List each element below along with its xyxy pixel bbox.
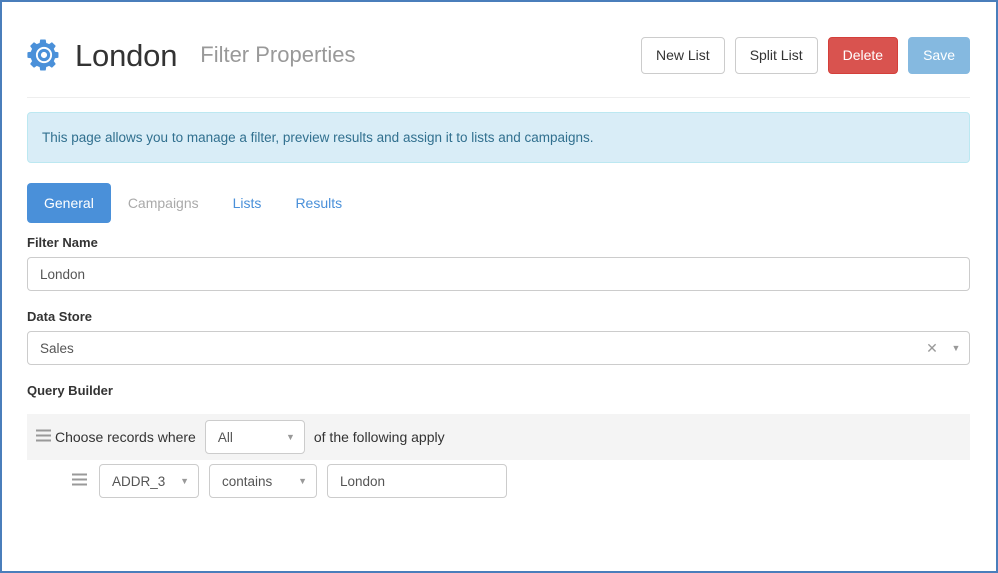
delete-button[interactable]: Delete [827,36,899,74]
query-builder-label: Query Builder [27,383,113,398]
info-alert: This page allows you to manage a filter,… [27,112,970,163]
chevron-down-icon: ▼ [298,476,307,486]
tab-bar: General Campaigns Lists Results [27,183,359,223]
filter-name-input[interactable] [27,257,970,291]
query-builder-prefix-text: Choose records where [55,429,196,445]
tab-lists[interactable]: Lists [216,183,279,223]
chevron-down-icon: ▼ [180,476,189,486]
rule-operator-value: contains [222,473,273,489]
header-divider [27,97,970,98]
title-group: London Filter Properties [27,38,356,72]
query-builder-group-header: Choose records where All ▼ of the follow… [27,414,970,460]
close-icon[interactable]: ✕ [921,341,943,355]
query-builder-rule: ADDR_3 ▼ contains ▼ [72,464,507,498]
rule-value-input[interactable] [327,464,507,498]
split-list-button[interactable]: Split List [734,36,818,74]
rule-field-select[interactable]: ADDR_3 ▼ [99,464,199,498]
tab-results[interactable]: Results [278,183,359,223]
filter-name-label: Filter Name [27,235,98,250]
rule-operator-select[interactable]: contains ▼ [209,464,317,498]
rule-field-value: ADDR_3 [112,473,166,489]
info-alert-text: This page allows you to manage a filter,… [42,130,594,145]
chevron-down-icon[interactable]: ▼ [943,343,969,353]
page-frame: London Filter Properties New List Split … [0,0,998,573]
drag-handle-icon[interactable] [36,429,55,445]
data-store-label: Data Store [27,309,93,324]
save-button[interactable]: Save [908,36,970,74]
data-store-value: Sales [40,340,74,356]
tab-campaigns[interactable]: Campaigns [111,183,216,223]
chevron-down-icon: ▼ [285,432,295,442]
data-store-select[interactable]: Sales ✕ ▼ [27,331,970,365]
tab-general[interactable]: General [27,183,111,223]
query-builder-suffix-text: of the following apply [313,429,445,445]
page-title: London [75,37,178,73]
drag-handle-icon[interactable] [72,473,99,489]
new-list-button[interactable]: New List [641,36,725,74]
query-builder-condition-value: All [217,429,233,445]
query-builder-condition-select[interactable]: All ▼ [204,420,305,454]
header-actions: New List Split List Delete Save [641,36,970,74]
gear-icon [27,38,61,72]
page-subtitle: Filter Properties [200,42,356,67]
page-header: London Filter Properties New List Split … [27,20,970,90]
